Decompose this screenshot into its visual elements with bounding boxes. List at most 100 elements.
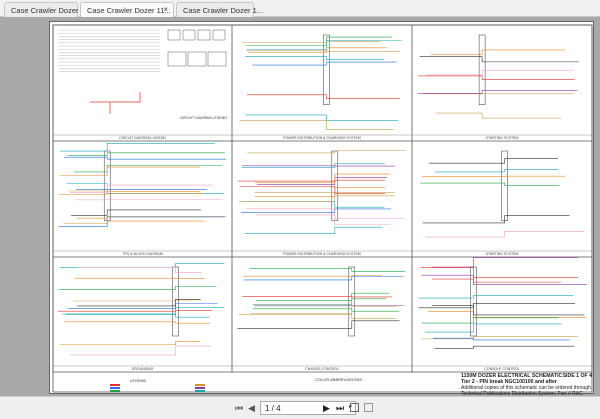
first-page-button[interactable]: ⏮ [235,403,243,414]
tab-label: Case Crawler Dozer 1... [183,6,263,15]
title-block: 1150M DOZER ELECTRICAL SCHEMATIC SIDE 1 … [461,374,594,394]
wire [417,90,577,93]
wire [419,296,574,298]
wire [432,306,584,315]
panel-title: CIRCUIT DIAGRAM LEGEND [53,136,232,140]
schematic-page: CIRCUIT DIAGRAM LEGENDPOWER DISTRIBUTION… [49,21,594,394]
tab-bar: Case Crawler Dozer 1... Case Crawler Doz… [0,0,600,17]
wire [58,194,204,195]
wire [237,321,399,329]
wire [60,167,201,175]
legend-swatch [195,384,205,386]
wire [422,337,578,339]
legend-swatch [195,390,205,392]
wire [425,231,584,237]
wire [73,300,199,301]
fit-page-icon[interactable] [350,403,359,412]
tab-label: Case Crawler Dozer 11... [87,6,171,15]
wire [429,159,558,163]
wire [422,318,559,323]
wire [255,188,386,197]
symbol-icon [208,52,226,66]
wire [244,277,404,280]
wire [78,267,202,272]
wire [432,279,561,282]
wire [423,216,570,223]
wire [420,183,559,185]
wire [420,57,579,62]
wire [64,157,226,159]
symbol-icon [198,30,210,40]
symbol-icon [213,30,225,40]
wire [245,201,385,207]
document-viewer[interactable]: CIRCUIT DIAGRAM LEGENDPOWER DISTRIBUTION… [0,17,600,396]
wire [239,120,393,129]
wire [431,258,577,267]
wire [252,62,396,65]
wire [253,309,400,311]
wire [431,50,565,55]
wire [253,299,387,305]
panel-title: GROUNDING [53,367,232,371]
panel-title: TPS & BLOCK DIAGRAM [53,252,232,256]
panel-title: CHASSIS CONTROL [232,367,412,371]
wire [434,346,574,348]
wire [75,278,205,279]
wire [245,56,384,59]
page-number: 1 / 4 [265,404,281,413]
wire [241,209,391,213]
panel-title: STARTING SYSTEM [412,252,592,256]
tab-document-1[interactable]: Case Crawler Dozer 1... [4,2,78,17]
tab-document-3[interactable]: Case Crawler Dozer 1... [176,2,254,17]
symbol-icon [168,52,186,66]
wire [63,216,226,223]
wire [255,215,390,225]
wire [246,209,405,218]
wire [249,269,405,272]
last-page-button[interactable]: ⏭ [336,403,344,414]
fit-width-icon[interactable] [364,403,373,412]
circuit-legend-title: CIRCUIT DIAGRAM LEGEND [180,116,227,120]
color-abbreviations-title: COLOR ABBREVIATIONS [315,377,362,382]
wire [242,296,392,297]
wire [243,275,382,276]
wire [58,310,212,311]
wire [246,37,392,45]
wire [65,322,211,323]
page-toolbar: ⏮ ◀ 1 / 4▾ ▶ ⏭ [0,396,600,419]
wire [71,210,201,215]
wire [428,312,587,318]
legend-title: LEGEND [130,378,146,383]
symbol-icon [183,30,195,40]
close-icon[interactable]: × [163,5,168,14]
previous-page-button[interactable]: ◀ [248,403,255,414]
wire [435,170,559,172]
sheet-number: SIDE 1 OF 4 [563,374,592,380]
wire [246,51,400,52]
wire [247,151,406,153]
legend-swatch [110,384,120,386]
wire [59,286,216,289]
tab-document-2[interactable]: Case Crawler Dozer 11...× [80,2,174,17]
symbol-icon [168,30,180,40]
panel-title: CONSOLE CONTROL [412,367,592,371]
panel-title: STARTING SYSTEM [412,136,592,140]
wire [60,342,201,345]
panel-title: POWER DISTRIBUTION & CHARGING SYSTEM [232,252,412,256]
wire [68,153,225,156]
wire [250,313,396,318]
legend-swatch [110,387,120,389]
wire [242,42,381,43]
next-page-button[interactable]: ▶ [323,403,330,414]
wire [60,143,215,151]
schematic-drawing [50,22,595,395]
wire [77,218,206,221]
wire [418,76,575,80]
wire [90,92,140,114]
wire [245,227,382,233]
panel-title: POWER DISTRIBUTION & CHARGING SYSTEM [232,136,412,140]
legend-swatch [110,390,120,392]
wire [238,180,385,181]
wire [425,324,562,332]
wire [422,275,587,285]
